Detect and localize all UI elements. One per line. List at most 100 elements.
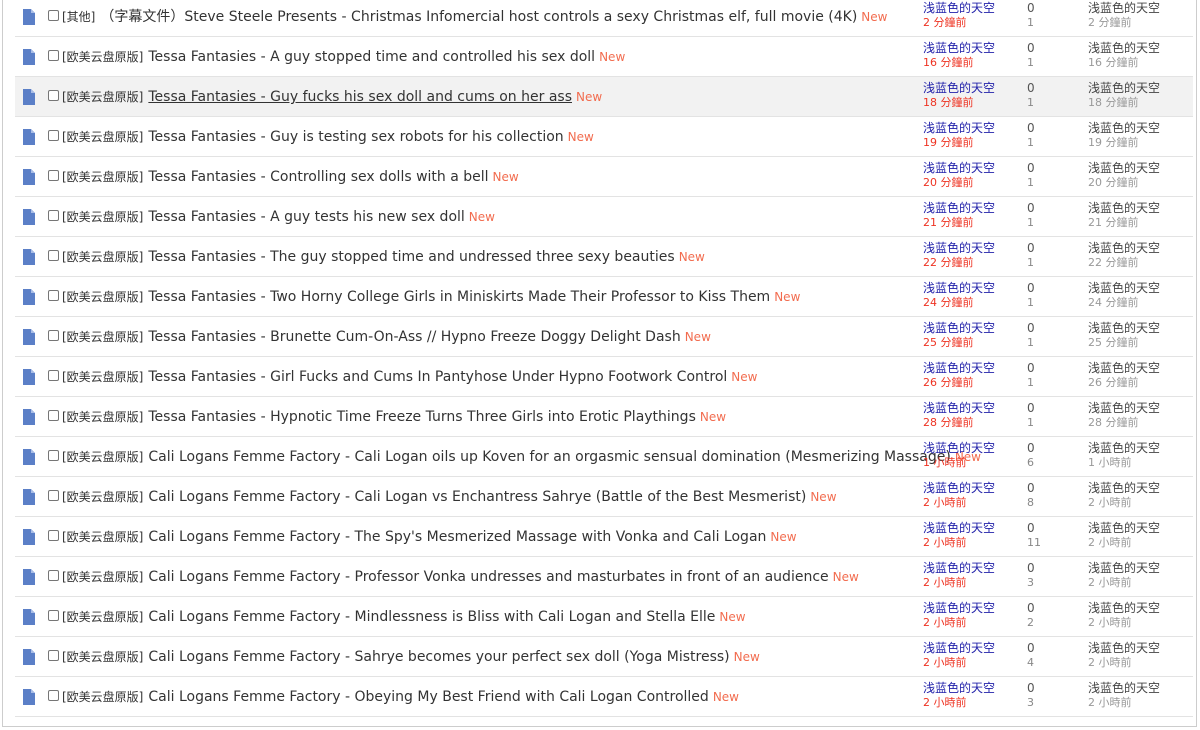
thread-author-link[interactable]: 浅蓝色的天空: [923, 441, 995, 455]
thread-select-checkbox[interactable]: [48, 650, 59, 661]
thread-author-link[interactable]: 浅蓝色的天空: [923, 601, 995, 615]
thread-select-checkbox[interactable]: [48, 570, 59, 581]
thread-category-tag[interactable]: [欧美云盘原版]: [62, 130, 143, 144]
thread-author-link[interactable]: 浅蓝色的天空: [923, 321, 995, 335]
thread-select-checkbox[interactable]: [48, 210, 59, 221]
thread-author-link[interactable]: 浅蓝色的天空: [923, 481, 995, 495]
last-reply-author-link[interactable]: 浅蓝色的天空: [1088, 601, 1160, 615]
thread-title-link[interactable]: Tessa Fantasies - Two Horny College Girl…: [148, 289, 770, 305]
document-icon[interactable]: [22, 249, 36, 265]
thread-title-link[interactable]: Tessa Fantasies - Guy is testing sex rob…: [148, 129, 563, 145]
last-reply-author-link[interactable]: 浅蓝色的天空: [1088, 281, 1160, 295]
thread-category-tag[interactable]: [欧美云盘原版]: [62, 250, 143, 264]
document-icon[interactable]: [22, 449, 36, 465]
thread-category-tag[interactable]: [其他]: [62, 10, 95, 24]
document-icon[interactable]: [22, 129, 36, 145]
thread-category-tag[interactable]: [欧美云盘原版]: [62, 50, 143, 64]
thread-category-tag[interactable]: [欧美云盘原版]: [62, 610, 143, 624]
thread-author-link[interactable]: 浅蓝色的天空: [923, 281, 995, 295]
last-reply-author-link[interactable]: 浅蓝色的天空: [1088, 441, 1160, 455]
thread-select-checkbox[interactable]: [48, 50, 59, 61]
thread-category-tag[interactable]: [欧美云盘原版]: [62, 370, 143, 384]
thread-title-link[interactable]: Tessa Fantasies - Guy fucks his sex doll…: [148, 89, 572, 105]
thread-select-checkbox[interactable]: [48, 170, 59, 181]
last-reply-author-link[interactable]: 浅蓝色的天空: [1088, 521, 1160, 535]
last-reply-author-link[interactable]: 浅蓝色的天空: [1088, 201, 1160, 215]
thread-select-checkbox[interactable]: [48, 370, 59, 381]
thread-title-link[interactable]: Tessa Fantasies - A guy tests his new se…: [148, 209, 464, 225]
thread-select-checkbox[interactable]: [48, 410, 59, 421]
last-reply-author-link[interactable]: 浅蓝色的天空: [1088, 481, 1160, 495]
document-icon[interactable]: [22, 649, 36, 665]
thread-select-checkbox[interactable]: [48, 10, 59, 21]
document-icon[interactable]: [22, 9, 36, 25]
last-reply-author-link[interactable]: 浅蓝色的天空: [1088, 641, 1160, 655]
thread-author-link[interactable]: 浅蓝色的天空: [923, 201, 995, 215]
document-icon[interactable]: [22, 409, 36, 425]
document-icon[interactable]: [22, 569, 36, 585]
thread-category-tag[interactable]: [欧美云盘原版]: [62, 450, 143, 464]
thread-select-checkbox[interactable]: [48, 530, 59, 541]
thread-select-checkbox[interactable]: [48, 490, 59, 501]
thread-author-link[interactable]: 浅蓝色的天空: [923, 641, 995, 655]
thread-title-link[interactable]: Tessa Fantasies - A guy stopped time and…: [148, 49, 595, 65]
document-icon[interactable]: [22, 489, 36, 505]
document-icon[interactable]: [22, 169, 36, 185]
thread-author-link[interactable]: 浅蓝色的天空: [923, 161, 995, 175]
thread-select-checkbox[interactable]: [48, 290, 59, 301]
document-icon[interactable]: [22, 89, 36, 105]
thread-select-checkbox[interactable]: [48, 450, 59, 461]
thread-title-link[interactable]: Tessa Fantasies - Hypnotic Time Freeze T…: [148, 409, 696, 425]
last-reply-author-link[interactable]: 浅蓝色的天空: [1088, 81, 1160, 95]
thread-title-link[interactable]: Tessa Fantasies - Girl Fucks and Cums In…: [148, 369, 727, 385]
thread-title-link[interactable]: Cali Logans Femme Factory - The Spy's Me…: [148, 529, 766, 545]
thread-title-link[interactable]: Tessa Fantasies - Brunette Cum-On-Ass //…: [148, 329, 680, 345]
document-icon[interactable]: [22, 209, 36, 225]
thread-select-checkbox[interactable]: [48, 130, 59, 141]
thread-category-tag[interactable]: [欧美云盘原版]: [62, 90, 143, 104]
thread-author-link[interactable]: 浅蓝色的天空: [923, 121, 995, 135]
thread-category-tag[interactable]: [欧美云盘原版]: [62, 210, 143, 224]
thread-select-checkbox[interactable]: [48, 250, 59, 261]
last-reply-author-link[interactable]: 浅蓝色的天空: [1088, 41, 1160, 55]
last-reply-author-link[interactable]: 浅蓝色的天空: [1088, 681, 1160, 695]
document-icon[interactable]: [22, 329, 36, 345]
last-reply-author-link[interactable]: 浅蓝色的天空: [1088, 241, 1160, 255]
document-icon[interactable]: [22, 289, 36, 305]
thread-select-checkbox[interactable]: [48, 330, 59, 341]
thread-title-link[interactable]: Cali Logans Femme Factory - Cali Logan o…: [148, 449, 950, 465]
thread-author-link[interactable]: 浅蓝色的天空: [923, 681, 995, 695]
thread-select-checkbox[interactable]: [48, 90, 59, 101]
thread-category-tag[interactable]: [欧美云盘原版]: [62, 410, 143, 424]
last-reply-author-link[interactable]: 浅蓝色的天空: [1088, 561, 1160, 575]
document-icon[interactable]: [22, 609, 36, 625]
thread-author-link[interactable]: 浅蓝色的天空: [923, 81, 995, 95]
document-icon[interactable]: [22, 529, 36, 545]
thread-title-link[interactable]: Cali Logans Femme Factory - Cali Logan v…: [148, 489, 806, 505]
thread-category-tag[interactable]: [欧美云盘原版]: [62, 290, 143, 304]
thread-author-link[interactable]: 浅蓝色的天空: [923, 561, 995, 575]
last-reply-author-link[interactable]: 浅蓝色的天空: [1088, 161, 1160, 175]
last-reply-author-link[interactable]: 浅蓝色的天空: [1088, 361, 1160, 375]
thread-select-checkbox[interactable]: [48, 610, 59, 621]
thread-title-link[interactable]: Cali Logans Femme Factory - Obeying My B…: [148, 689, 708, 705]
thread-category-tag[interactable]: [欧美云盘原版]: [62, 690, 143, 704]
last-reply-author-link[interactable]: 浅蓝色的天空: [1088, 121, 1160, 135]
thread-select-checkbox[interactable]: [48, 690, 59, 701]
thread-author-link[interactable]: 浅蓝色的天空: [923, 241, 995, 255]
thread-author-link[interactable]: 浅蓝色的天空: [923, 361, 995, 375]
thread-author-link[interactable]: 浅蓝色的天空: [923, 521, 995, 535]
thread-category-tag[interactable]: [欧美云盘原版]: [62, 330, 143, 344]
thread-category-tag[interactable]: [欧美云盘原版]: [62, 170, 143, 184]
thread-title-link[interactable]: Cali Logans Femme Factory - Professor Vo…: [148, 569, 828, 585]
thread-category-tag[interactable]: [欧美云盘原版]: [62, 530, 143, 544]
thread-title-link[interactable]: Tessa Fantasies - The guy stopped time a…: [148, 249, 674, 265]
thread-author-link[interactable]: 浅蓝色的天空: [923, 401, 995, 415]
thread-author-link[interactable]: 浅蓝色的天空: [923, 41, 995, 55]
thread-category-tag[interactable]: [欧美云盘原版]: [62, 650, 143, 664]
thread-title-link[interactable]: Cali Logans Femme Factory - Mindlessness…: [148, 609, 715, 625]
thread-title-link[interactable]: Cali Logans Femme Factory - Sahrye becom…: [148, 649, 729, 665]
thread-author-link[interactable]: 浅蓝色的天空: [923, 1, 995, 15]
document-icon[interactable]: [22, 369, 36, 385]
last-reply-author-link[interactable]: 浅蓝色的天空: [1088, 1, 1160, 15]
